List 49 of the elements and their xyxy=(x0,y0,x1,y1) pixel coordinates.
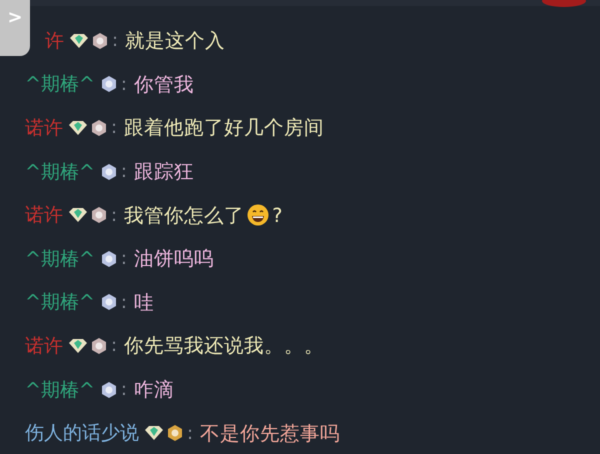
medal-icon xyxy=(100,75,118,94)
username: ^期椿^ xyxy=(25,290,95,316)
message-text: 跟踪狂 xyxy=(134,159,194,186)
colon-separator: : xyxy=(120,74,127,95)
username: ^期椿^ xyxy=(25,378,95,403)
username: 诺许 xyxy=(25,203,63,228)
medal-icon xyxy=(90,336,108,355)
colon-separator: : xyxy=(187,422,194,444)
username: 诺许 xyxy=(25,116,63,141)
message-text: 我管你怎么了 xyxy=(124,202,244,229)
diamond-icon xyxy=(69,32,89,49)
medal-icon xyxy=(166,424,184,442)
message-text: 哇 xyxy=(134,290,154,316)
colon-separator: : xyxy=(112,30,118,52)
message-text: 咋滴 xyxy=(134,377,174,404)
diamond-icon xyxy=(68,207,88,224)
colon-separator: : xyxy=(120,292,127,313)
username: 诺许 xyxy=(25,334,63,359)
colon-separator: : xyxy=(120,248,127,270)
username: ^期椿^ xyxy=(25,72,95,98)
username: 伤人的话少说 xyxy=(25,421,139,446)
colon-separator: : xyxy=(111,335,118,356)
medal-icon xyxy=(100,380,118,399)
medal-icon xyxy=(90,206,108,224)
username: 许 xyxy=(45,28,64,54)
message-text: 跟着他跑了好几个房间 xyxy=(124,115,324,142)
colon-separator: : xyxy=(111,117,118,138)
medal-icon xyxy=(90,118,108,137)
message-text: 你先骂我还说我。。。 xyxy=(124,333,324,360)
medal-icon xyxy=(100,162,118,181)
username: ^期椿^ xyxy=(25,160,95,185)
message-text: ? xyxy=(272,204,282,227)
diamond-icon xyxy=(68,338,88,354)
expand-tab[interactable]: > xyxy=(0,0,30,56)
message-text: 不是你先惹事吗 xyxy=(200,420,340,447)
message-text: 就是这个入 xyxy=(125,28,226,54)
diamond-icon xyxy=(144,425,164,442)
colon-separator: : xyxy=(120,161,127,182)
grinning-face-icon xyxy=(247,204,270,226)
diamond-icon xyxy=(68,120,88,136)
medal-icon xyxy=(91,32,109,50)
medal-icon xyxy=(100,293,118,312)
colon-separator: : xyxy=(111,204,118,226)
medal-icon xyxy=(100,250,118,268)
message-text: 油饼呜呜 xyxy=(134,246,214,272)
colon-separator: : xyxy=(120,379,127,400)
message-text: 你管我 xyxy=(134,72,194,98)
top-edge-ornament xyxy=(542,0,586,8)
username: ^期椿^ xyxy=(25,246,95,272)
